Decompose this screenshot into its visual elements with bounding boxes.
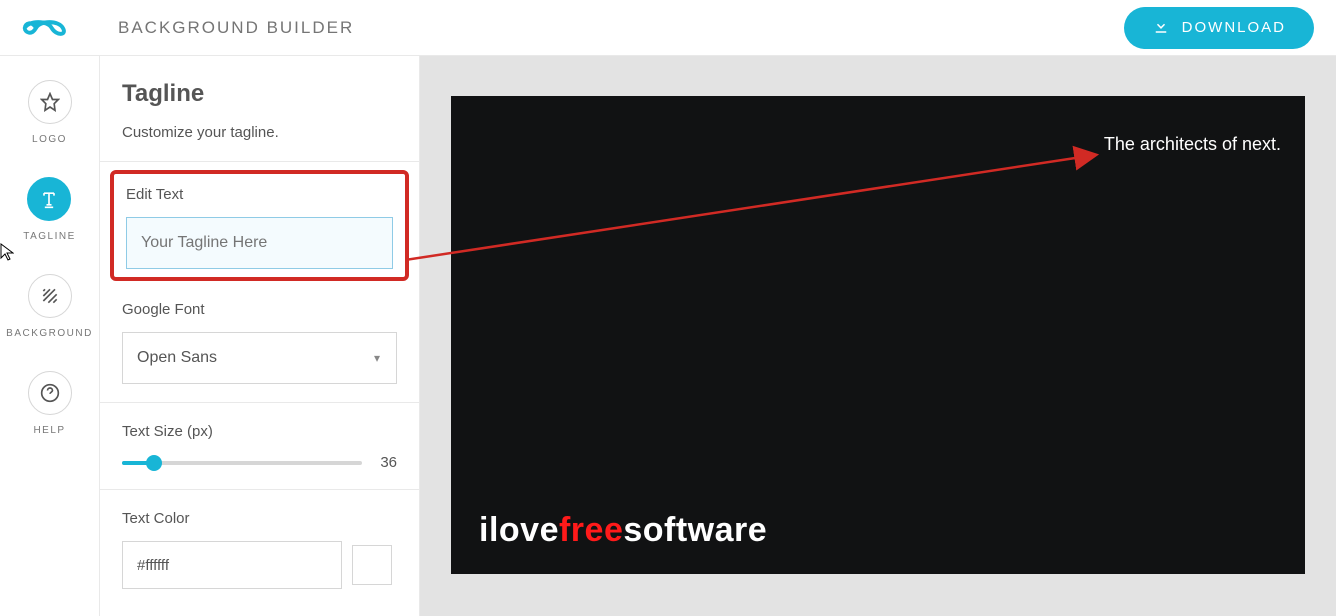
preview-stage: The architects of next. ilovefreesoftwar… (420, 56, 1336, 616)
edit-text-section: Edit Text (110, 170, 409, 281)
watermark-part-b: free (559, 511, 623, 549)
watermark-part-c: software (623, 511, 767, 549)
download-label: DOWNLOAD (1182, 19, 1286, 36)
rail-item-help[interactable]: HELP (28, 371, 72, 436)
tagline-input[interactable] (126, 217, 393, 269)
color-swatch[interactable] (352, 545, 392, 585)
app-header: BACKGROUND BUILDER DOWNLOAD (0, 0, 1336, 56)
color-section: Text Color (100, 490, 419, 607)
texture-icon (28, 274, 72, 318)
rail-item-tagline[interactable]: TAGLINE (23, 177, 76, 242)
rail-label: BACKGROUND (6, 328, 93, 339)
rendered-tagline: The architects of next. (1104, 134, 1281, 155)
size-slider[interactable] (122, 459, 362, 467)
watermark-part-a: ilove (479, 511, 559, 549)
rail-item-background[interactable]: BACKGROUND (6, 274, 93, 339)
app-title: BACKGROUND BUILDER (118, 18, 354, 38)
font-label: Google Font (122, 301, 397, 318)
edit-text-label: Edit Text (126, 186, 393, 203)
watermark: ilovefreesoftware (479, 511, 767, 550)
font-select-value: Open Sans (137, 349, 217, 367)
star-icon (28, 80, 72, 124)
rail-label: LOGO (32, 134, 67, 145)
size-section: Text Size (px) 36 (100, 403, 419, 490)
text-icon (27, 177, 71, 221)
panel-title: Tagline (122, 80, 397, 108)
size-value: 36 (380, 454, 397, 471)
download-icon (1152, 17, 1170, 39)
main-layout: LOGO TAGLINE BACKGROUND HELP Tagline Cus… (0, 56, 1336, 616)
font-section: Google Font Open Sans (100, 281, 419, 403)
panel-subtitle: Customize your tagline. (122, 124, 397, 141)
nav-rail: LOGO TAGLINE BACKGROUND HELP (0, 56, 100, 616)
size-label: Text Size (px) (122, 423, 397, 440)
color-label: Text Color (122, 510, 397, 527)
download-button[interactable]: DOWNLOAD (1124, 7, 1314, 49)
rail-label: HELP (33, 425, 65, 436)
rail-label: TAGLINE (23, 231, 76, 242)
font-select[interactable]: Open Sans (122, 332, 397, 384)
color-input[interactable] (122, 541, 342, 589)
infinity-logo (22, 15, 78, 41)
slider-thumb[interactable] (146, 455, 162, 471)
rail-item-logo[interactable]: LOGO (28, 80, 72, 145)
options-panel: Tagline Customize your tagline. Edit Tex… (100, 56, 420, 616)
question-icon (28, 371, 72, 415)
preview-canvas: The architects of next. ilovefreesoftwar… (451, 96, 1305, 574)
